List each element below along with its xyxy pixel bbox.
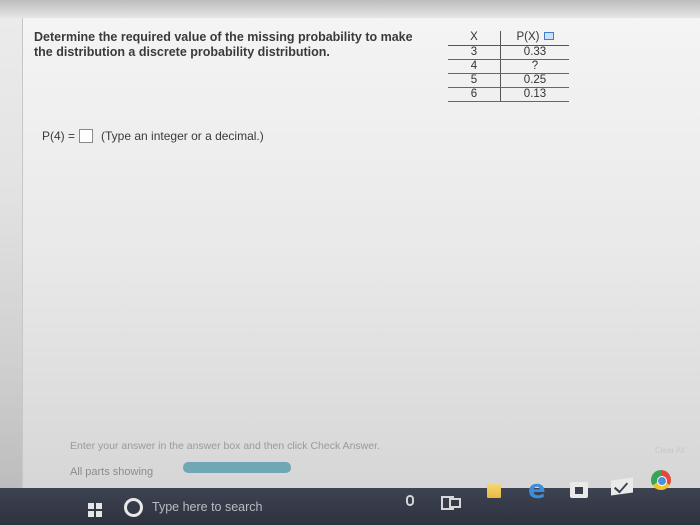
table-cell-x: 5	[448, 73, 501, 88]
clear-all-link[interactable]: Clear All	[655, 446, 685, 455]
microphone-icon[interactable]	[406, 495, 414, 506]
browser-top-edge	[0, 0, 700, 18]
header-px-label: P(X)	[516, 31, 540, 43]
instruction-text: Enter your answer in the answer box and …	[70, 440, 380, 452]
chrome-icon[interactable]	[651, 470, 671, 490]
question-panel	[22, 18, 700, 488]
answer-hint: (Type an integer or a decimal.)	[101, 129, 264, 143]
cortana-icon[interactable]	[124, 498, 143, 517]
table-cell-x: 3	[448, 45, 501, 60]
table-cell-px: ?	[500, 59, 569, 74]
taskbar-search-input[interactable]	[152, 497, 392, 517]
copy-table-icon[interactable]	[543, 31, 554, 40]
table-header-row: X P(X)	[448, 31, 569, 46]
answer-line: P(4) = (Type an integer or a decimal.)	[42, 129, 264, 143]
edge-browser-icon[interactable]: e	[528, 477, 546, 503]
table-row: 4 ?	[448, 59, 569, 74]
store-icon[interactable]	[570, 482, 588, 498]
parts-progress-fill	[183, 462, 291, 473]
table-cell-x: 4	[448, 59, 501, 74]
question-line-1: Determine the required value of the miss…	[34, 30, 413, 44]
parts-progress-bar	[183, 462, 291, 473]
table-cell-x: 6	[448, 87, 501, 102]
question-text: Determine the required value of the miss…	[34, 30, 414, 60]
table-cell-px: 0.33	[500, 45, 569, 60]
answer-input[interactable]	[79, 129, 94, 143]
screen: Determine the required value of the miss…	[0, 0, 700, 525]
table-cell-px: 0.25	[500, 73, 569, 88]
mail-icon[interactable]	[611, 477, 633, 496]
table-row: 3 0.33	[448, 45, 569, 60]
file-explorer-icon[interactable]	[487, 484, 501, 498]
table-cell-px: 0.13	[500, 87, 569, 102]
table-row: 6 0.13	[448, 87, 569, 102]
header-px: P(X)	[500, 31, 569, 46]
question-line-2: the distribution a discrete probability …	[34, 45, 330, 59]
answer-label: P(4) =	[42, 129, 76, 143]
windows-start-icon[interactable]	[88, 503, 102, 517]
table-row: 5 0.25	[448, 73, 569, 88]
header-x: X	[448, 31, 501, 46]
parts-showing-label: All parts showing	[70, 466, 154, 478]
task-view-icon[interactable]	[441, 496, 461, 510]
probability-table: X P(X) 3 0.33 4 ? 5 0.25 6 0.13	[448, 31, 569, 102]
